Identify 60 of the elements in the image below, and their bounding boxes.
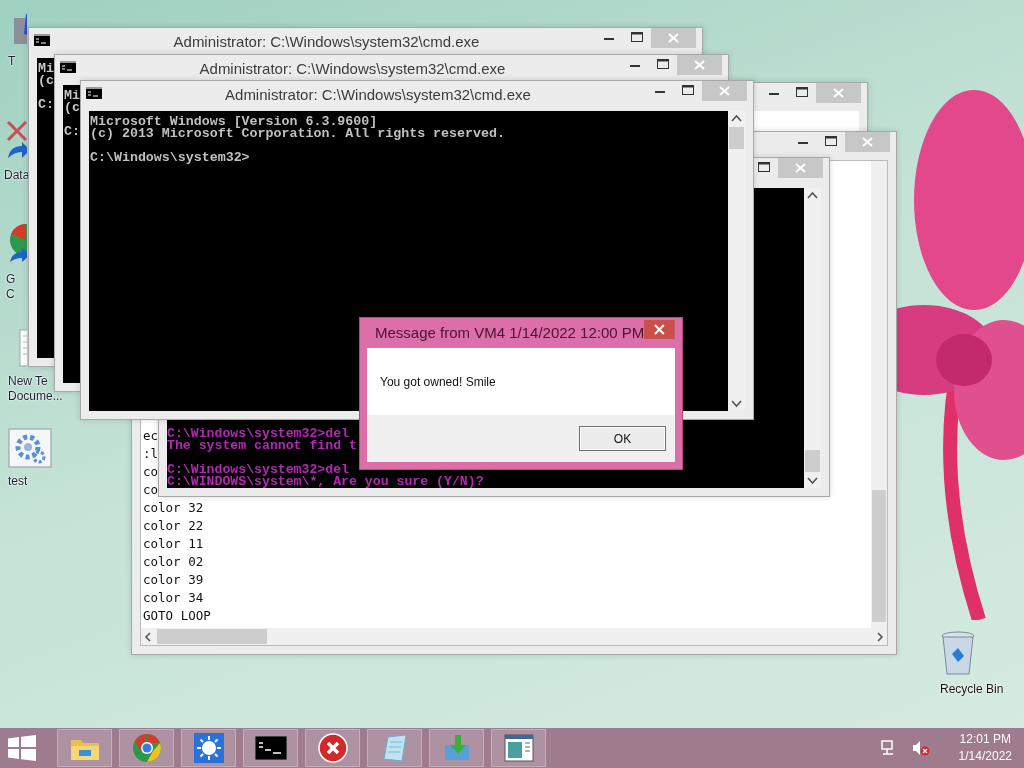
sun-icon — [193, 733, 224, 763]
dialog-message: You got owned! Smile — [380, 374, 496, 389]
taskbar-button[interactable] — [305, 729, 360, 767]
icon-label: Data — [4, 168, 30, 183]
console-icon — [34, 34, 50, 46]
text-line: co — [143, 481, 159, 499]
window-title: Administrator: C:\Windows\system32\cmd.exe — [224, 85, 532, 103]
text-line: color 34 — [143, 589, 204, 607]
console-line: (c — [64, 102, 80, 114]
icon-label: New Te — [8, 374, 48, 389]
console-line: Microsoft Windows [Version 6.3.9600] — [90, 116, 378, 128]
taskbar-button[interactable] — [243, 729, 298, 767]
clock-date[interactable]: 1/14/2022 — [958, 748, 1012, 765]
console-line: (c — [38, 75, 54, 87]
console-line: C: — [64, 126, 80, 138]
taskbar-button[interactable] — [491, 729, 546, 767]
console-line: The system cannot find t — [167, 440, 357, 452]
window-title: Administrator: C:\Windows\system32\cmd.exe — [198, 59, 507, 77]
icon-label: C — [6, 287, 15, 302]
text-line: ec — [143, 427, 159, 445]
clock-time[interactable]: 12:01 PM — [959, 731, 1011, 748]
console-icon — [254, 736, 287, 760]
gear-icon[interactable] — [8, 428, 52, 468]
volume-muted-icon[interactable] — [911, 740, 930, 756]
console-line: C: — [38, 99, 54, 111]
console-icon — [60, 61, 76, 73]
window-title: Administrator: C:\Windows\system32\cmd.exe — [172, 32, 481, 50]
console-line: Mi — [38, 63, 54, 75]
console-line: C:\WINDOWS\system\*, Are you sure (Y/N)? — [167, 476, 484, 488]
console-line: Mi — [64, 90, 80, 102]
console-line: C:\Windows\system32>del — [167, 428, 350, 440]
icon-label: Recycle Bin — [940, 682, 1004, 697]
console-icon — [86, 87, 102, 99]
scrollbar-thumb[interactable] — [157, 629, 267, 644]
text-line: color 22 — [143, 517, 204, 535]
icon-label: G — [6, 272, 16, 287]
close-button[interactable] — [644, 320, 675, 339]
text-line: color 32 — [143, 499, 204, 517]
text-line: color 11 — [143, 535, 204, 553]
browser-icon — [131, 733, 162, 763]
console-line: (c) 2013 Microsoft Corporation. All rights reserved. — [90, 128, 505, 140]
windows-start-button[interactable] — [8, 735, 36, 761]
console-line: C:\Windows\system32> — [90, 152, 250, 164]
icon-label: Docume... — [8, 389, 63, 404]
window-icon — [503, 734, 534, 762]
text-line: color 02 — [143, 553, 204, 571]
scrollbar-thumb[interactable] — [805, 450, 820, 472]
recycle-bin-icon[interactable] — [940, 630, 976, 676]
text-line: color 39 — [143, 571, 204, 589]
text-line: :l — [143, 445, 159, 463]
scrollbar-thumb[interactable] — [872, 490, 886, 622]
dialog-title: Message from VM4 1/14/2022 12:00 PM — [374, 323, 645, 341]
text-line: GOTO LOOP — [143, 607, 211, 625]
icon-label: test — [8, 474, 28, 489]
text-line: co — [143, 463, 159, 481]
ok-button[interactable]: OK — [579, 426, 666, 451]
console-line: C:\Windows\system32>del — [167, 464, 350, 476]
icon-label: T — [8, 54, 16, 69]
error-icon — [317, 733, 348, 763]
scrollbar-thumb[interactable] — [729, 127, 744, 149]
